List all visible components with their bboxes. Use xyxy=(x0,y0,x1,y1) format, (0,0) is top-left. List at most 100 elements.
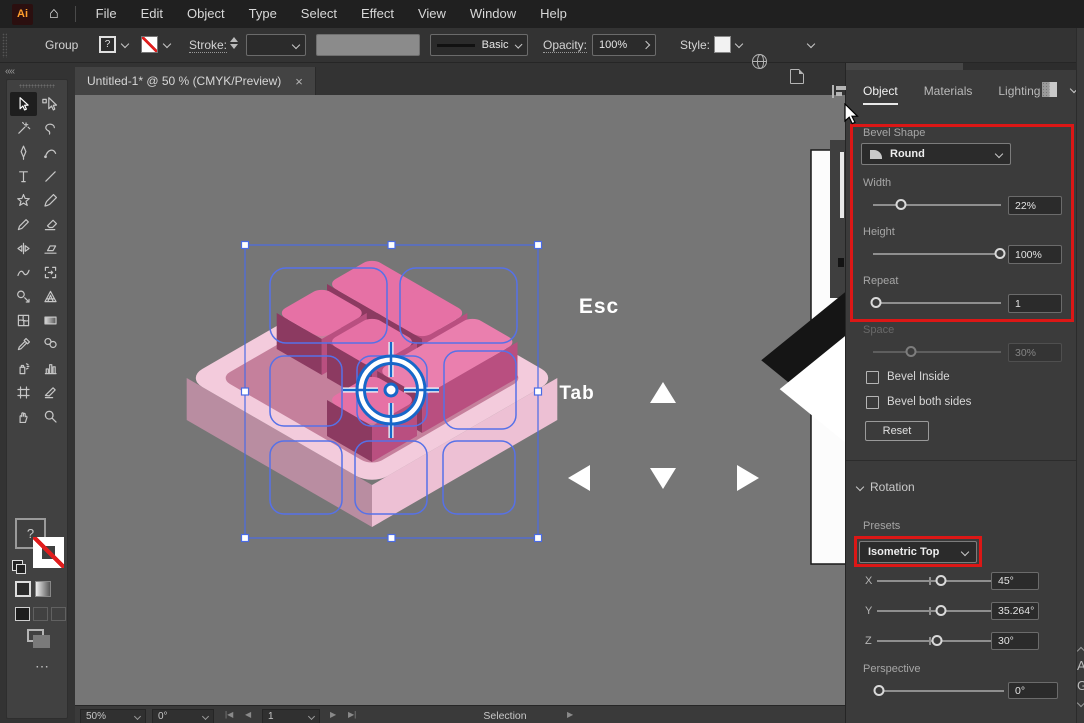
repeat-slider[interactable] xyxy=(873,296,1001,310)
dock-chevron-up-icon[interactable] xyxy=(1077,647,1084,655)
slice-tool[interactable] xyxy=(37,380,64,404)
direct-selection-tool[interactable] xyxy=(37,92,64,116)
type-tool[interactable] xyxy=(10,164,37,188)
document-tab[interactable]: Untitled-1* @ 50 % (CMYK/Preview) × xyxy=(75,67,316,95)
stroke-color-swatch[interactable] xyxy=(141,36,158,53)
tab-lighting[interactable]: Lighting xyxy=(998,84,1040,105)
stroke-weight-field[interactable] xyxy=(246,34,306,56)
lasso-tool[interactable] xyxy=(37,116,64,140)
dock-chevron-down-icon[interactable] xyxy=(1077,699,1084,707)
toolbar-stroke-swatch[interactable] xyxy=(33,537,64,568)
color-mode-icon[interactable] xyxy=(15,581,31,597)
menu-item-object[interactable]: Object xyxy=(175,0,237,28)
menu-item-window[interactable]: Window xyxy=(458,0,528,28)
menu-item-effect[interactable]: Effect xyxy=(349,0,406,28)
control-bar-grip[interactable] xyxy=(2,33,7,58)
selection-tool[interactable] xyxy=(10,92,37,116)
eyedropper-tool[interactable] xyxy=(10,332,37,356)
document-chevron-icon[interactable] xyxy=(807,40,815,48)
bevel-inside-checkbox[interactable] xyxy=(866,371,879,384)
menu-item-type[interactable]: Type xyxy=(237,0,289,28)
document-setup-globe-icon[interactable] xyxy=(752,54,767,69)
opacity-field[interactable]: 100% xyxy=(592,34,656,56)
y-rotation-slider[interactable] xyxy=(877,604,1001,618)
menu-item-select[interactable]: Select xyxy=(289,0,349,28)
z-rotation-field[interactable]: 30° xyxy=(991,632,1039,650)
document-setup-icon[interactable] xyxy=(790,69,804,84)
menu-item-file[interactable]: File xyxy=(84,0,129,28)
shape-tool[interactable] xyxy=(10,188,37,212)
draw-behind-icon[interactable] xyxy=(33,607,48,621)
rotation-section-header[interactable]: Rotation xyxy=(857,480,915,494)
zoom-level-dropdown[interactable]: 50% xyxy=(80,709,146,723)
stroke-chevron-icon[interactable] xyxy=(163,40,171,48)
shear-tool[interactable] xyxy=(37,236,64,260)
shape-builder-tool[interactable] xyxy=(10,284,37,308)
gradient-mode-icon[interactable] xyxy=(35,581,51,597)
artboard-tool[interactable] xyxy=(10,380,37,404)
prev-artboard-button[interactable]: ◀ xyxy=(245,710,251,719)
tab-object[interactable]: Object xyxy=(863,84,898,105)
width-tool[interactable] xyxy=(10,236,37,260)
graphic-style-swatch[interactable] xyxy=(714,36,731,53)
x-rotation-field[interactable]: 45° xyxy=(991,572,1039,590)
y-rotation-field[interactable]: 35.264° xyxy=(991,602,1039,620)
menu-item-help[interactable]: Help xyxy=(528,0,579,28)
canvas[interactable]: Esc Tab xyxy=(75,95,845,705)
last-artboard-button[interactable]: ▶| xyxy=(348,710,356,719)
bevel-shape-dropdown[interactable]: Round xyxy=(861,143,1011,165)
zoom-tool[interactable] xyxy=(37,404,64,428)
repeat-field[interactable]: 1 xyxy=(1008,294,1062,313)
reset-button[interactable]: Reset xyxy=(865,421,929,441)
perspective-grid-tool[interactable] xyxy=(37,284,64,308)
home-icon[interactable]: ⌂ xyxy=(49,5,59,23)
fill-chevron-icon[interactable] xyxy=(121,40,129,48)
hand-tool[interactable] xyxy=(10,404,37,428)
pen-tool[interactable] xyxy=(10,140,37,164)
stroke-weight-stepper[interactable] xyxy=(230,35,238,51)
perspective-field[interactable]: 0° xyxy=(1008,682,1058,699)
first-artboard-button[interactable]: |◀ xyxy=(225,710,233,719)
menu-item-edit[interactable]: Edit xyxy=(129,0,175,28)
artboard-number-dropdown[interactable]: 1 xyxy=(262,709,320,723)
style-chevron-icon[interactable] xyxy=(735,40,743,48)
edit-toolbar-icon[interactable]: ⋯ xyxy=(35,658,50,675)
x-rotation-slider[interactable] xyxy=(877,574,1001,588)
paintbrush-tool[interactable] xyxy=(37,188,64,212)
eraser-tool[interactable] xyxy=(37,212,64,236)
blend-tool[interactable] xyxy=(37,332,64,356)
presets-dropdown[interactable]: Isometric Top xyxy=(859,541,977,563)
panel-options-icon[interactable] xyxy=(1042,82,1057,97)
pencil-tool[interactable] xyxy=(10,212,37,236)
height-slider[interactable] xyxy=(873,247,1001,261)
brush-definition-dropdown[interactable]: Basic xyxy=(430,34,528,56)
opacity-label[interactable]: Opacity: xyxy=(543,38,587,53)
toolbar-grip[interactable] xyxy=(19,84,55,88)
perspective-slider[interactable] xyxy=(876,684,1004,698)
align-icon[interactable] xyxy=(832,85,847,98)
toolbar-collapse-icon[interactable]: «« xyxy=(5,66,14,77)
z-rotation-slider[interactable] xyxy=(877,634,1001,648)
free-transform-tool[interactable] xyxy=(37,260,64,284)
bevel-both-sides-checkbox[interactable] xyxy=(866,396,879,409)
width-field[interactable]: 22% xyxy=(1008,196,1062,215)
tab-materials[interactable]: Materials xyxy=(924,84,973,105)
screen-mode-icon[interactable] xyxy=(27,629,44,642)
fill-color-swatch[interactable]: ? xyxy=(99,36,116,53)
illustrator-logo-icon[interactable]: Ai xyxy=(12,4,33,25)
right-dock-edge[interactable]: A G xyxy=(1076,28,1084,723)
document-close-icon[interactable]: × xyxy=(295,74,303,89)
draw-inside-icon[interactable] xyxy=(51,607,66,621)
next-artboard-button[interactable]: ▶ xyxy=(330,710,336,719)
draw-normal-icon[interactable] xyxy=(15,607,30,621)
column-graph-tool[interactable] xyxy=(37,356,64,380)
shaper-tool[interactable] xyxy=(10,260,37,284)
width-slider[interactable] xyxy=(873,198,1001,212)
magic-wand-tool[interactable] xyxy=(10,116,37,140)
gradient-tool[interactable] xyxy=(37,308,64,332)
status-menu-arrow[interactable]: ▶ xyxy=(567,710,573,719)
mesh-tool[interactable] xyxy=(10,308,37,332)
rotation-dropdown[interactable]: 0° xyxy=(152,709,214,723)
menu-item-view[interactable]: View xyxy=(406,0,458,28)
curvature-tool[interactable] xyxy=(37,140,64,164)
